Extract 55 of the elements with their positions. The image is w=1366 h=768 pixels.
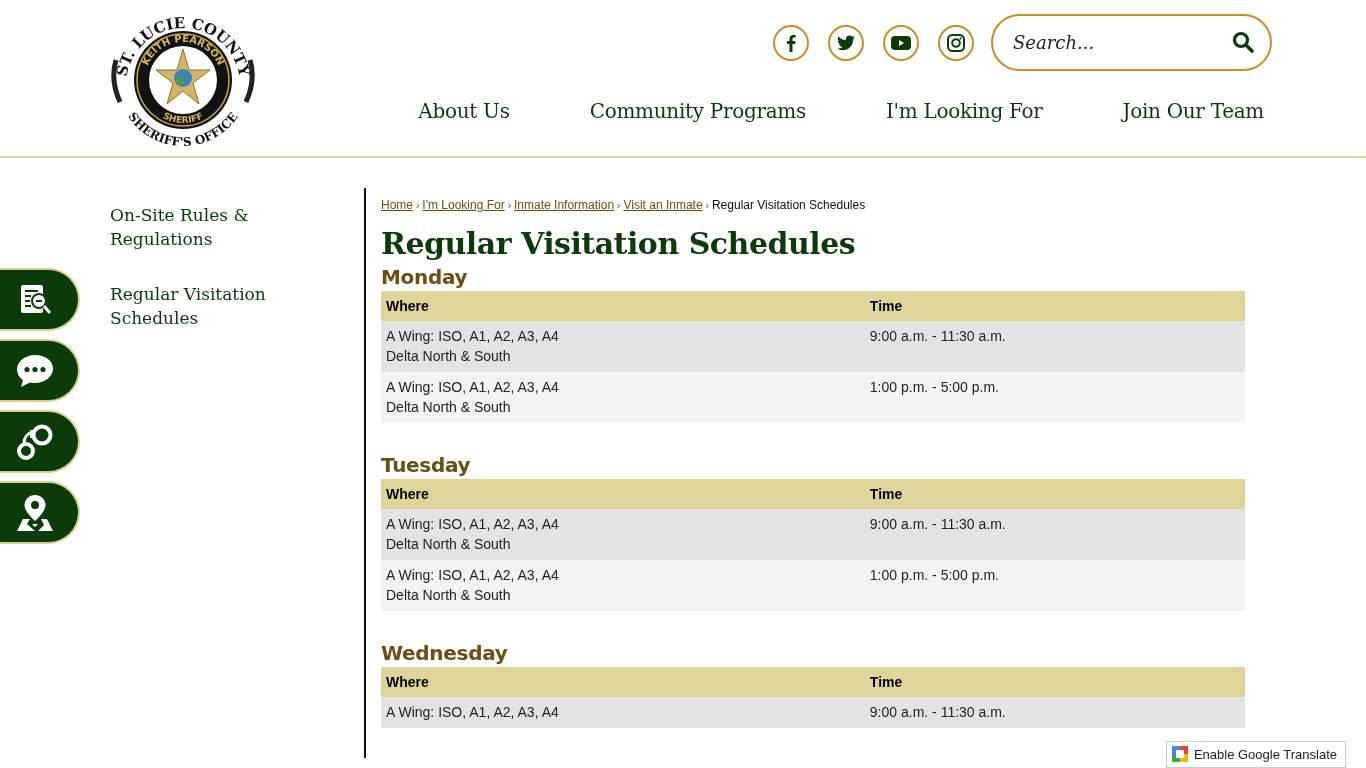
- social-link[interactable]: [828, 24, 864, 61]
- google-g-icon: [1171, 746, 1188, 762]
- breadcrumb-current: Regular Visitation Schedules: [711, 198, 866, 212]
- column-header: Time: [864, 667, 1245, 697]
- day-heading: Tuesday: [381, 453, 472, 477]
- quick-link-tab[interactable]: [0, 481, 80, 544]
- table-cell: A Wing: ISO, A1, A2, A3, A4 Delta North & South: [381, 560, 865, 611]
- sidebar-link[interactable]: On-Site Rules & Regulations: [110, 203, 280, 251]
- search-icon[interactable]: [1232, 31, 1254, 53]
- breadcrumb-separator: ›: [416, 200, 420, 211]
- nav-link[interactable]: Community Programs: [589, 99, 806, 123]
- breadcrumb-link[interactable]: Home: [381, 198, 413, 212]
- quick-link-tab[interactable]: [0, 339, 80, 402]
- page-title: Regular Visitation Schedules: [381, 226, 857, 261]
- quick-link-tab[interactable]: [0, 268, 80, 331]
- camera-icon: [947, 33, 965, 52]
- chat-bubble-icon: [16, 352, 54, 389]
- social-link[interactable]: [938, 24, 974, 61]
- translate-button[interactable]: Enable Google Translate: [1165, 741, 1346, 768]
- day-heading: Wednesday: [381, 641, 509, 665]
- nav-link[interactable]: I'm Looking For: [885, 99, 1043, 123]
- column-header: Time: [864, 291, 1245, 321]
- day-heading: Monday: [381, 265, 469, 289]
- table-cell: 1:00 p.m. - 5:00 p.m.: [864, 372, 1245, 423]
- column-header: Time: [864, 479, 1245, 509]
- column-header: Where: [381, 479, 865, 509]
- column-header: Where: [381, 291, 865, 321]
- table-cell: 9:00 a.m. - 11:30 a.m.: [864, 321, 1245, 372]
- breadcrumb-separator: ›: [507, 200, 512, 211]
- table-cell: 9:00 a.m. - 11:30 a.m.: [864, 697, 1245, 728]
- table-cell: A Wing: ISO, A1, A2, A3, A4 Delta North & South: [381, 372, 865, 423]
- breadcrumb-link[interactable]: I'm Looking For: [422, 198, 505, 212]
- breadcrumb-separator: ›: [705, 200, 709, 211]
- column-header: Where: [381, 667, 865, 697]
- nav-link[interactable]: Join Our Team: [1122, 99, 1264, 123]
- table-cell: A Wing: ISO, A1, A2, A3, A4 Delta North & South: [381, 321, 865, 372]
- social-link[interactable]: [773, 24, 809, 61]
- handcuffs-icon: [16, 422, 54, 461]
- social-link[interactable]: [883, 24, 919, 61]
- breadcrumb-link[interactable]: Visit an Inmate: [623, 198, 703, 212]
- table-cell: A Wing: ISO, A1, A2, A3, A4: [381, 697, 865, 728]
- table-cell: A Wing: ISO, A1, A2, A3, A4 Delta North & South: [381, 509, 865, 560]
- search-field[interactable]: Search...: [991, 14, 1272, 71]
- document-search-icon: [18, 282, 52, 317]
- breadcrumb-separator: ›: [617, 200, 621, 211]
- breadcrumb-link[interactable]: Inmate Information: [514, 198, 615, 212]
- map-pin-icon: [15, 493, 55, 532]
- facebook-icon: [784, 33, 798, 52]
- nav-link[interactable]: About Us: [418, 99, 510, 123]
- sidebar-link[interactable]: Regular Visitation Schedules: [110, 282, 280, 330]
- table-cell: 9:00 a.m. - 11:30 a.m.: [864, 509, 1245, 560]
- bird-icon: [837, 34, 855, 51]
- quick-link-tab[interactable]: [0, 410, 80, 473]
- play-icon: [891, 35, 911, 50]
- table-cell: 1:00 p.m. - 5:00 p.m.: [864, 560, 1245, 611]
